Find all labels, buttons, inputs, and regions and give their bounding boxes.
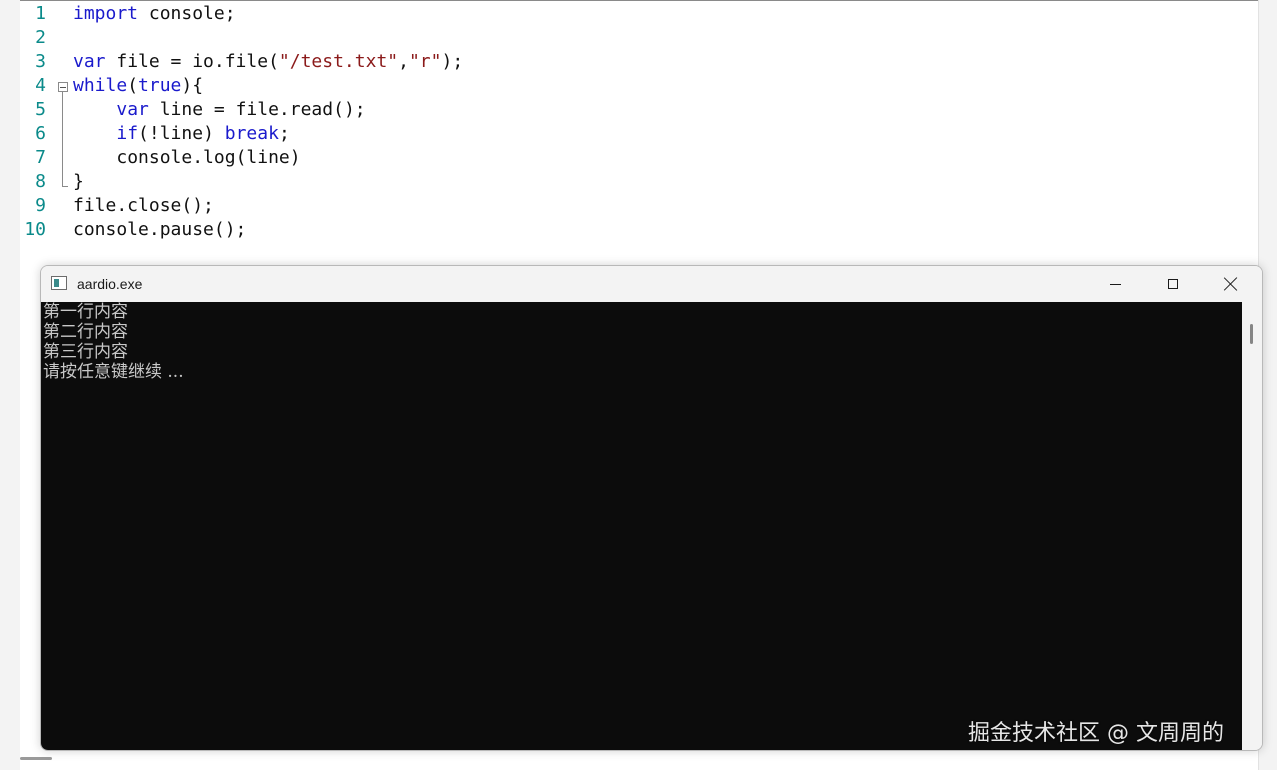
- code-line: if(!line) break;: [73, 122, 463, 146]
- line-number: 2: [35, 27, 46, 48]
- window-title: aardio.exe: [77, 276, 143, 292]
- code-line: import console;: [73, 2, 463, 26]
- maximize-button[interactable]: [1144, 266, 1202, 302]
- editor-horizontal-scroll-thumb[interactable]: [20, 757, 52, 760]
- code-token: ,: [398, 51, 409, 72]
- console-scrollbar[interactable]: [1242, 302, 1262, 750]
- minimize-button[interactable]: [1086, 266, 1144, 302]
- watermark: 掘金技术社区 @ 文周周的: [968, 721, 1224, 746]
- console-output-line: 第一行内容: [43, 302, 128, 322]
- code-string: "/test.txt": [278, 51, 399, 72]
- code-token: );: [441, 51, 464, 72]
- line-number: 1: [35, 3, 46, 24]
- code-token: (: [127, 75, 139, 96]
- fold-margin: [57, 2, 69, 242]
- console-output-line: 第二行内容: [43, 322, 128, 342]
- console-app-icon: [51, 276, 67, 290]
- console-titlebar[interactable]: aardio.exe: [41, 266, 1262, 302]
- maximize-icon: [1168, 279, 1178, 289]
- code-token: ;: [278, 123, 290, 144]
- editor-top-border: [0, 0, 1277, 1]
- console-window[interactable]: aardio.exe 第一行内容 第二行内容 第三行内容 请按任意键继续 ...: [40, 265, 1263, 751]
- code-token: file = io.file(: [105, 51, 279, 72]
- line-number: 4: [35, 75, 46, 96]
- code-line: console.log(line): [73, 146, 463, 170]
- code-token: (!line): [138, 123, 225, 144]
- line-number: 5: [35, 99, 46, 120]
- code-token: line = file.read();: [148, 99, 366, 120]
- code-token: file.close();: [73, 195, 214, 216]
- line-number: 9: [35, 195, 46, 216]
- code-keyword: if: [116, 123, 139, 144]
- code-keyword: while: [73, 75, 128, 96]
- line-number: 8: [35, 171, 46, 192]
- close-button[interactable]: [1202, 266, 1260, 302]
- code-token: ){: [181, 75, 204, 96]
- line-number-gutter: 1 2 3 4 5 6 7 8 9 10: [20, 2, 50, 242]
- line-number: 7: [35, 147, 46, 168]
- code-string: "r": [408, 51, 442, 72]
- code-token: }: [73, 171, 84, 192]
- code-line: }: [73, 170, 463, 194]
- code-token: console.pause();: [73, 219, 247, 240]
- code-token: console;: [138, 3, 236, 24]
- code-keyword: import: [73, 3, 139, 24]
- console-output-line: 请按任意键继续 ...: [43, 362, 184, 382]
- code-line: var file = io.file("/test.txt","r");: [73, 50, 463, 74]
- code-keyword: true: [138, 75, 182, 96]
- code-keyword: var: [116, 99, 149, 120]
- code-keyword: var: [73, 51, 106, 72]
- code-line: file.close();: [73, 194, 463, 218]
- code-line: console.pause();: [73, 218, 463, 242]
- line-number: 10: [24, 219, 46, 240]
- editor-left-margin: [0, 0, 20, 770]
- code-line: var line = file.read();: [73, 98, 463, 122]
- console-output-line: 第三行内容: [43, 342, 128, 362]
- line-number: 3: [35, 51, 46, 72]
- code-area[interactable]: import console; var file = io.file("/test…: [73, 2, 463, 242]
- minimize-icon: [1109, 283, 1121, 285]
- fold-guide-line: [62, 92, 63, 186]
- desktop: 1 2 3 4 5 6 7 8 9 10 import console; var file = io…: [0, 0, 1277, 770]
- console-output: 第一行内容 第二行内容 第三行内容 请按任意键继续 ...: [43, 302, 184, 382]
- code-line: while(true){: [73, 74, 463, 98]
- line-number: 6: [35, 123, 46, 144]
- console-scroll-thumb[interactable]: [1250, 324, 1253, 344]
- code-keyword: break: [224, 123, 279, 144]
- fold-guide-end: [62, 186, 68, 187]
- console-output-area[interactable]: 第一行内容 第二行内容 第三行内容 请按任意键继续 ...: [41, 302, 1242, 750]
- fold-toggle-icon[interactable]: [58, 82, 68, 92]
- close-icon: [1224, 277, 1238, 291]
- code-token: console.log(line): [116, 147, 301, 168]
